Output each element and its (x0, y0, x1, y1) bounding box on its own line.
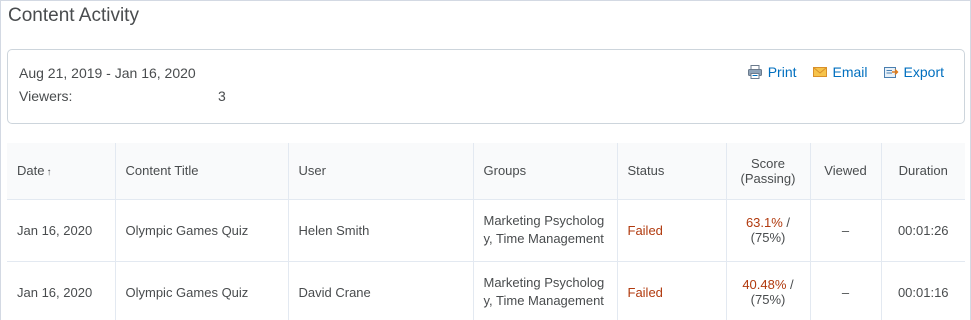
viewers-count: 3 (218, 88, 226, 104)
cell-content-title: Olympic Games Quiz (115, 199, 289, 262)
export-button[interactable]: Export (883, 64, 944, 80)
envelope-icon (812, 64, 828, 80)
column-header-groups: Groups (473, 143, 618, 200)
page-title: Content Activity (8, 5, 139, 26)
cell-viewed: – (810, 261, 882, 320)
cell-status: Failed (617, 199, 727, 262)
passing-header-label: (Passing) (740, 170, 796, 186)
cell-user: David Crane (288, 261, 474, 320)
cell-duration: 00:01:26 (881, 199, 965, 262)
score-value: 40.48% (742, 277, 787, 292)
table-row: Jan 16, 2020 Olympic Games Quiz Helen Sm… (7, 199, 965, 262)
cell-score: 40.48% / (75%) (726, 261, 811, 320)
export-icon (883, 64, 899, 80)
column-header-status: Status (617, 143, 727, 200)
column-header-viewed: Viewed (810, 143, 882, 200)
cell-score: 63.1% / (75%) (726, 199, 811, 262)
column-header-date[interactable]: Date ↑ (7, 143, 116, 200)
cell-content-title: Olympic Games Quiz (115, 261, 289, 320)
email-button[interactable]: Email (812, 64, 868, 80)
email-label: Email (832, 64, 868, 80)
table-row: Jan 16, 2020 Olympic Games Quiz David Cr… (7, 261, 965, 320)
column-header-duration: Duration (881, 143, 965, 200)
score-header-label: Score (751, 155, 785, 171)
print-label: Print (767, 64, 797, 80)
score-value: 63.1% (745, 215, 783, 230)
cell-date: Jan 16, 2020 (7, 199, 116, 262)
cell-groups: Marketing Psychology, Time Management (473, 261, 618, 320)
date-range: Aug 21, 2019 - Jan 16, 2020 (19, 65, 196, 81)
cell-date: Jan 16, 2020 (7, 261, 116, 320)
cell-user: Helen Smith (288, 199, 474, 262)
column-header-user: User (288, 143, 474, 200)
cell-status: Failed (617, 261, 727, 320)
printer-icon (747, 64, 763, 80)
score-separator: / (782, 215, 791, 230)
date-header-label: Date (17, 163, 45, 179)
passing-value: (75%) (750, 292, 786, 307)
print-button[interactable]: Print (747, 64, 797, 80)
cell-viewed: – (810, 199, 882, 262)
score-separator: / (786, 277, 794, 292)
cell-duration: 00:01:16 (881, 261, 965, 320)
column-header-content-title: Content Title (115, 143, 289, 200)
sort-ascending-icon: ↑ (46, 167, 52, 179)
column-header-score: Score (Passing) (726, 143, 811, 200)
activity-table: Date ↑ Content Title User Groups Status S… (7, 143, 965, 320)
viewers-label: Viewers: (19, 88, 73, 104)
passing-value: (75%) (750, 230, 786, 245)
export-label: Export (903, 64, 944, 80)
summary-panel: Aug 21, 2019 - Jan 16, 2020 Viewers: 3 P… (7, 49, 965, 124)
report-actions: Print Email Export (747, 64, 944, 80)
table-header-row: Date ↑ Content Title User Groups Status S… (7, 143, 965, 200)
cell-groups: Marketing Psychology, Time Management (473, 199, 618, 262)
